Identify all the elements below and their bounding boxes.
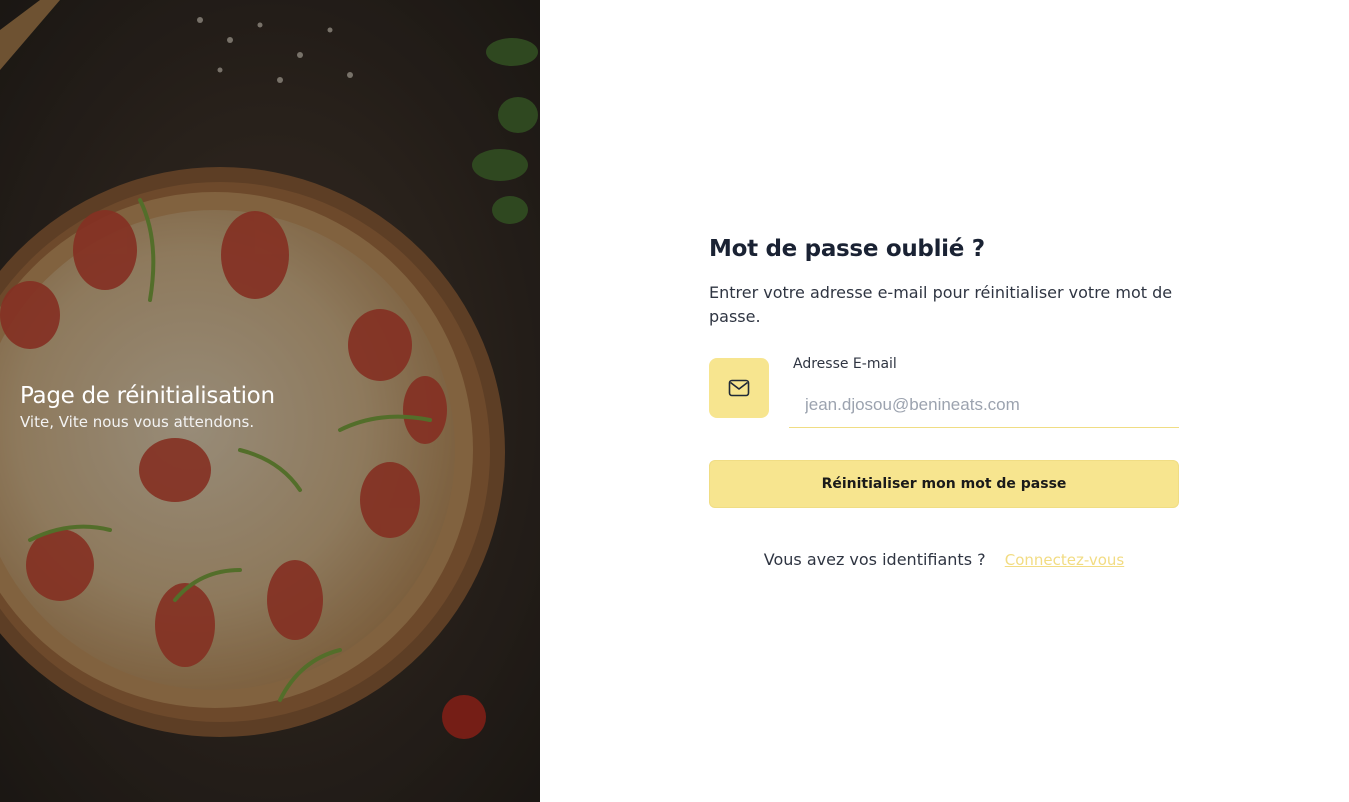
mail-icon-box bbox=[709, 358, 769, 418]
page-title: Mot de passe oublié ? bbox=[709, 236, 985, 262]
hero-text: Page de réinitialisation Vite, Vite nous… bbox=[20, 380, 275, 432]
login-prompt: Vous avez vos identifiants ? bbox=[763, 550, 986, 569]
email-field-row: Adresse E-mail bbox=[709, 356, 1179, 430]
hero-panel: Page de réinitialisation Vite, Vite nous… bbox=[0, 0, 540, 802]
email-input[interactable] bbox=[789, 382, 1179, 428]
login-link[interactable]: Connectez-vous bbox=[1005, 551, 1125, 569]
hero-title: Page de réinitialisation bbox=[20, 383, 275, 409]
form-description: Entrer votre adresse e-mail pour réiniti… bbox=[709, 283, 1173, 326]
reset-password-button[interactable]: Réinitialiser mon mot de passe bbox=[709, 460, 1179, 508]
login-prompt-row: Vous avez vos identifiants ? Connectez-v… bbox=[709, 550, 1179, 569]
reset-form: Mot de passe oublié ? Entrer votre adres… bbox=[709, 232, 1179, 569]
hero-subtitle: Vite, Vite nous vous attendons. bbox=[20, 413, 255, 431]
mail-icon bbox=[728, 379, 750, 397]
email-label: Adresse E-mail bbox=[793, 356, 897, 372]
email-field: Adresse E-mail bbox=[789, 356, 1179, 428]
